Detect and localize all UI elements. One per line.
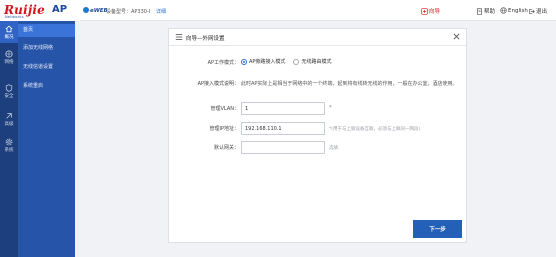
mode-label: AP工作模式： xyxy=(207,60,239,66)
rail-label: 概况 xyxy=(4,34,14,40)
submenu-item-home[interactable]: 首页 xyxy=(18,24,75,37)
vlan-input[interactable] xyxy=(241,102,325,115)
rail-label: 安全 xyxy=(4,93,14,99)
help-label: 帮助 xyxy=(484,9,496,15)
product-name: AP xyxy=(52,4,68,15)
gateway-hint: 选填 xyxy=(329,146,338,151)
submenu-item-channel[interactable]: 无线信道设置 xyxy=(18,61,75,74)
radio-router-label: 无线路由模式 xyxy=(301,59,332,65)
guide-icon xyxy=(421,7,428,15)
vlan-label: 管理VLAN： xyxy=(210,106,239,112)
guide-label: 向导 xyxy=(429,9,441,15)
logout-button[interactable]: 退出 xyxy=(528,7,547,15)
mode-radio-group: AP旁路接入模式 无线路由模式 xyxy=(241,58,331,65)
rail-item-advanced[interactable]: 高级 xyxy=(0,108,18,130)
wizard-panel: 向导—外网设置 AP工作模式： AP旁路接入模式 无线路由模式 AP接入模式说明… xyxy=(168,28,467,243)
rail-label: 高级 xyxy=(4,121,14,127)
panel-header: 向导—外网设置 xyxy=(169,29,466,46)
home-icon xyxy=(5,25,13,32)
rail-item-overview[interactable]: 概况 xyxy=(0,21,18,43)
desc-label: AP接入模式说明： xyxy=(197,81,239,87)
radio-router-mode[interactable]: 无线路由模式 xyxy=(293,58,331,65)
ip-hint: *(用于与上联设备互联，必须与上联同一网段) xyxy=(329,127,421,132)
gear-icon xyxy=(5,138,13,145)
gateway-input[interactable] xyxy=(241,141,325,154)
ip-label: 管理IP地址： xyxy=(209,126,240,132)
top-header: Ruijie Networks AP eWEB 设备型号：AP330-I 详细 … xyxy=(0,0,556,21)
submenu: 首页 添加无线网络 无线信道设置 系统重启 xyxy=(18,21,75,257)
brand-subtitle: Networks xyxy=(5,15,24,19)
shield-icon xyxy=(5,83,13,92)
eweb-logo: eWEB xyxy=(83,7,108,14)
menu-icon xyxy=(175,34,183,40)
device-model: 设备型号：AP330-I xyxy=(106,9,151,15)
logout-label: 退出 xyxy=(536,9,548,15)
close-icon[interactable] xyxy=(452,32,461,41)
panel-title: 向导—外网设置 xyxy=(186,36,225,42)
globe-icon xyxy=(500,7,507,14)
gateway-label: 默认网关： xyxy=(213,145,239,151)
language-label: English xyxy=(508,7,528,14)
detail-link[interactable]: 详细 xyxy=(156,8,166,15)
rail-label: 系统 xyxy=(4,147,14,153)
next-button[interactable]: 下一步 xyxy=(413,220,462,238)
rail-label: 网络 xyxy=(4,59,14,65)
vlan-required-mark: * xyxy=(329,105,332,111)
guide-button[interactable]: 向导 xyxy=(421,7,440,15)
icon-rail: 概况 网络 安全 高级 系统 xyxy=(0,21,18,257)
ip-input[interactable] xyxy=(241,122,325,135)
help-icon xyxy=(477,7,482,15)
submenu-item-reboot[interactable]: 系统重启 xyxy=(18,80,75,93)
network-icon xyxy=(5,49,13,58)
submenu-item-add-wireless[interactable]: 添加无线网络 xyxy=(18,42,75,55)
mode-description: 此时AP实际上是相当于网络中的一个终端，起到将有线转无线的作用，一般在办公室，酒… xyxy=(241,81,458,87)
rail-item-network[interactable]: 网络 xyxy=(0,46,18,68)
advanced-icon xyxy=(6,112,12,119)
logo: Ruijie Networks AP xyxy=(0,0,80,21)
help-button[interactable]: 帮助 xyxy=(476,7,495,15)
logout-icon xyxy=(529,8,535,14)
rail-item-security[interactable]: 安全 xyxy=(0,80,18,102)
radio-checked-icon xyxy=(241,58,247,65)
radio-unchecked-icon xyxy=(293,58,300,65)
eweb-icon xyxy=(83,7,89,13)
radio-bypass-mode[interactable]: AP旁路接入模式 xyxy=(241,58,285,65)
radio-bypass-label: AP旁路接入模式 xyxy=(249,59,286,65)
rail-item-system[interactable]: 系统 xyxy=(0,134,18,156)
language-button[interactable]: English xyxy=(500,7,528,14)
